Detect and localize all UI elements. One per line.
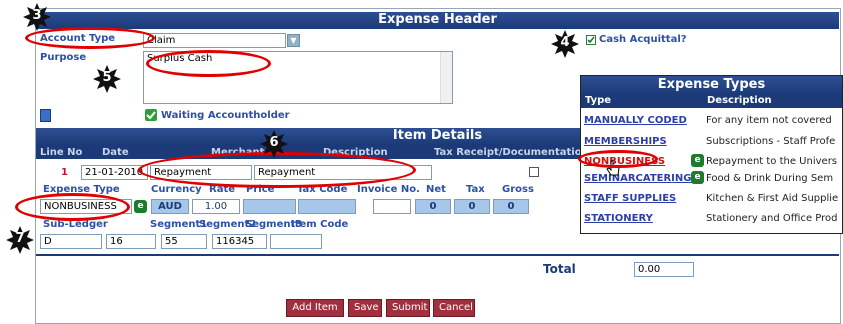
- col-tax-receipt: Tax Receipt/Documentation: [434, 147, 589, 158]
- col-date: Date: [102, 147, 129, 158]
- item-details-title: Item Details: [392, 128, 483, 143]
- cash-acquittal-label: Cash Acquittal?: [599, 34, 687, 45]
- callout-badge-7: 7: [6, 226, 34, 254]
- expense-type-desc: For any item not covered: [706, 115, 832, 126]
- callout-badge-3: 3: [23, 3, 51, 31]
- net-input[interactable]: 0: [415, 199, 451, 214]
- highlight-oval-nonbusiness: [578, 150, 658, 168]
- expense-type-lookup-button[interactable]: e: [134, 200, 147, 213]
- tax-label: Tax: [466, 184, 485, 195]
- cash-acquittal-checkbox[interactable]: [586, 35, 596, 45]
- total-divider: [36, 254, 839, 256]
- item-code-input[interactable]: [270, 234, 322, 249]
- expense-type-desc: Kitchen & First Aid Supplie: [706, 193, 839, 204]
- expense-header-title: Expense Header: [378, 12, 497, 27]
- expense-type-desc: Food & Drink During Sem: [706, 173, 834, 184]
- tax-input[interactable]: 0: [454, 199, 490, 214]
- invoice-no-input[interactable]: [373, 199, 411, 214]
- expense-type-link-stationery[interactable]: STATIONERY: [584, 213, 653, 224]
- total-label: Total: [543, 262, 576, 276]
- segment2-input[interactable]: 55: [161, 234, 207, 249]
- expense-type-link-memberships[interactable]: MEMBERSHIPS: [584, 136, 667, 147]
- gross-label: Gross: [502, 184, 534, 195]
- add-item-button[interactable]: Add Item: [286, 299, 344, 317]
- gross-input[interactable]: 0: [493, 199, 529, 214]
- total-value: 0.00: [634, 262, 694, 277]
- purpose-label: Purpose: [40, 52, 87, 63]
- expense-type-link-seminarcatering[interactable]: SEMINARCATERING: [584, 173, 691, 184]
- document-icon[interactable]: [40, 109, 51, 122]
- status-text: Waiting Accountholder: [161, 110, 290, 121]
- select-nonbusiness-button[interactable]: e: [691, 154, 704, 167]
- price-input[interactable]: [243, 199, 296, 214]
- col-line-no: Line No: [40, 147, 83, 158]
- popup-col-description: Description: [707, 95, 772, 106]
- expense-type-desc: Repayment to the Univers: [706, 156, 838, 167]
- expense-type-link-staff-supplies[interactable]: STAFF SUPPLIES: [584, 193, 676, 204]
- currency-input[interactable]: AUD: [151, 199, 189, 214]
- expense-type-link-manually-coded[interactable]: MANUALLY CODED: [584, 115, 687, 126]
- rate-input[interactable]: 1.00: [192, 199, 240, 214]
- popup-col-type: Type: [585, 95, 612, 106]
- callout-badge-4: 4: [551, 30, 579, 58]
- cancel-button[interactable]: Cancel: [433, 299, 475, 317]
- select-seminarcatering-button[interactable]: e: [691, 171, 704, 184]
- currency-label: Currency: [151, 184, 202, 195]
- expense-type-desc: Stationery and Office Prod: [706, 213, 838, 224]
- expense-types-title: Expense Types: [581, 76, 842, 94]
- line-no-value: 1: [61, 167, 68, 178]
- segment3-input[interactable]: 116345: [212, 234, 267, 249]
- invoice-no-label: Invoice No.: [357, 184, 420, 195]
- status-check-icon: [145, 109, 157, 121]
- expense-type-desc: Subscriptions - Staff Profe: [706, 136, 836, 147]
- submit-button[interactable]: Submit: [386, 299, 430, 317]
- net-label: Net: [426, 184, 446, 195]
- account-type-select[interactable]: Claim: [143, 33, 286, 48]
- checkmark-icon: [587, 36, 595, 44]
- expense-header-bar: Expense Header: [36, 12, 839, 29]
- save-button[interactable]: Save: [348, 299, 382, 317]
- expense-types-header: Type Description: [581, 94, 842, 108]
- item-code-label: Item Code: [291, 219, 349, 230]
- tax-code-input[interactable]: [298, 199, 356, 214]
- tax-receipt-checkbox[interactable]: [529, 167, 539, 177]
- highlight-oval-purpose: [146, 50, 271, 77]
- highlight-oval-expense-type: [15, 193, 130, 221]
- callout-badge-5: 5: [93, 65, 121, 93]
- sub-ledger-input[interactable]: D: [40, 234, 102, 249]
- chevron-down-icon[interactable]: ▼: [287, 34, 300, 47]
- purpose-scrollbar[interactable]: [440, 52, 452, 103]
- callout-badge-6: 6: [260, 130, 288, 158]
- segment1-input[interactable]: 16: [106, 234, 156, 249]
